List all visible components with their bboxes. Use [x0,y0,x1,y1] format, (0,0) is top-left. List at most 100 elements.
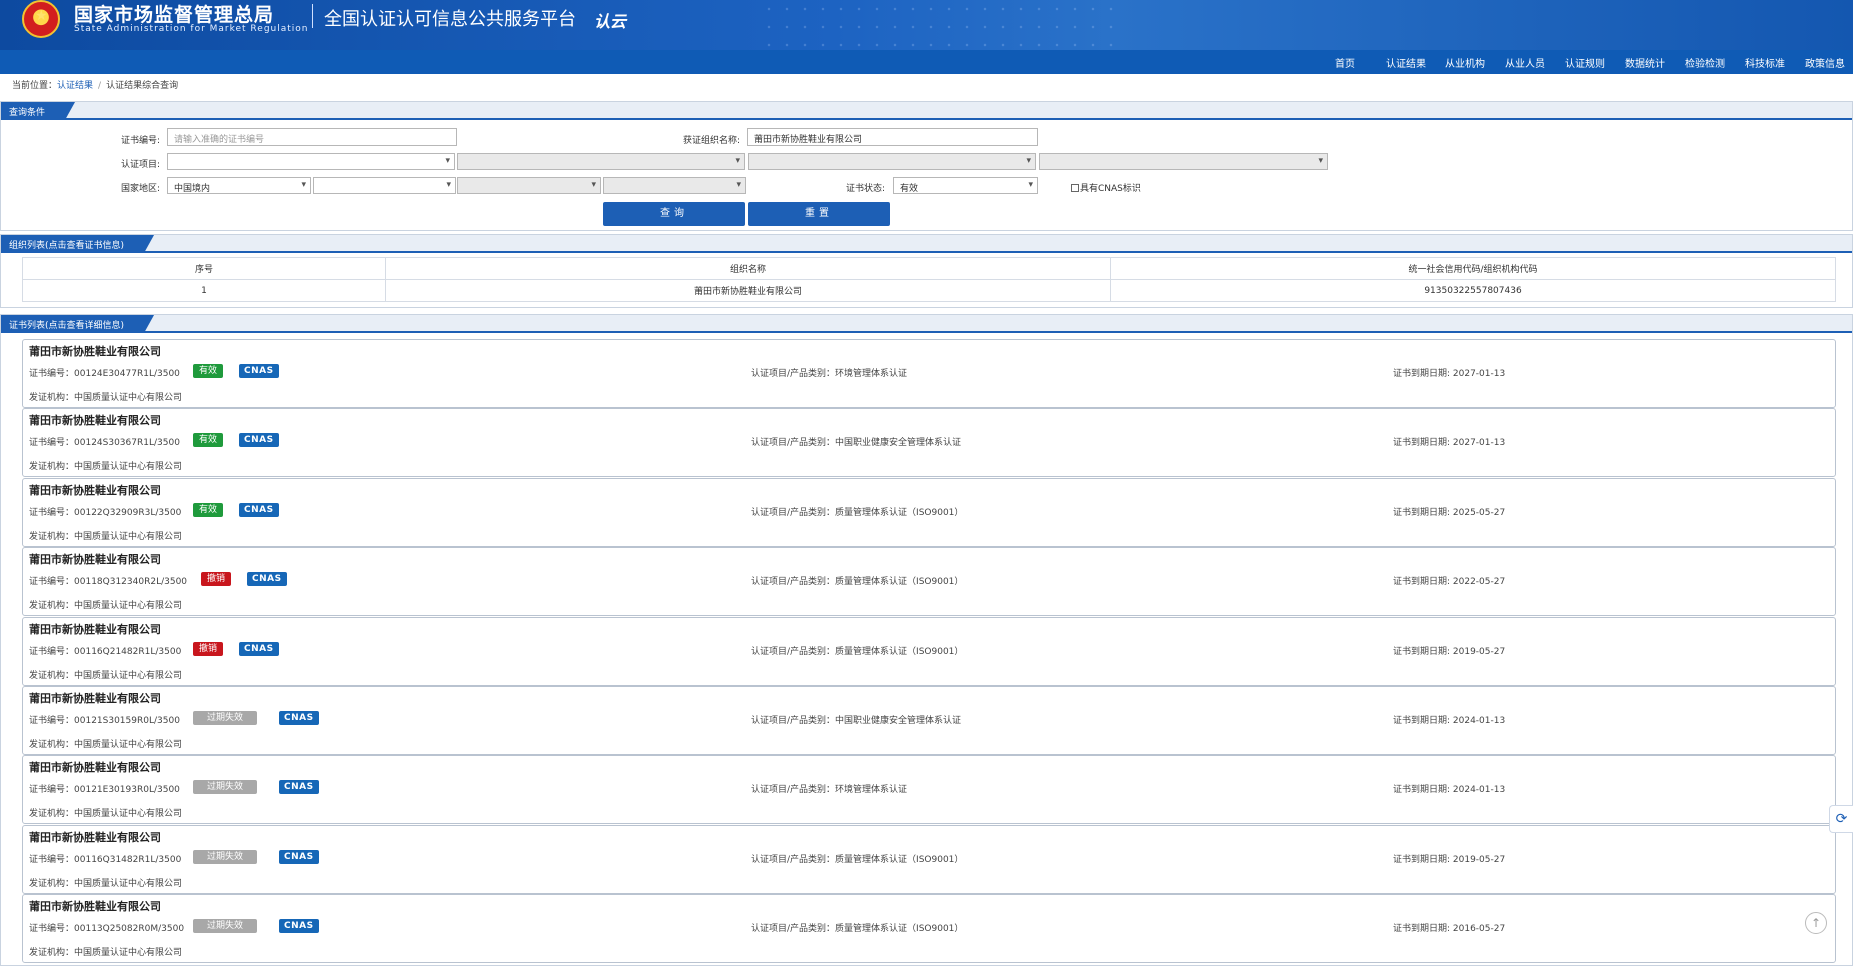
cert-issuer: 发证机构：中国质量认证中心有限公司 [29,876,182,889]
cert-no-input[interactable]: 请输入准确的证书编号 [167,128,457,146]
cert-project-label: 认证项目/产品类别： [751,369,836,379]
org-list-header: 组织列表(点击查看证书信息) [1,235,1852,253]
cert-org-name[interactable]: 莆田市新协胜鞋业有限公司 [29,551,161,567]
table-row[interactable]: 1 莆田市新协胜鞋业有限公司 91350322557807436 [22,279,1836,302]
cert-issuer-label: 发证机构： [29,601,75,612]
region-select-province[interactable] [313,177,456,194]
cert-list-title: 证书列表(点击查看详细信息) [1,315,154,333]
project-select-3[interactable] [748,153,1036,170]
reset-button[interactable]: 重置 [748,202,890,226]
cert-org-name[interactable]: 莆田市新协胜鞋业有限公司 [29,621,161,637]
cert-expiry: 证书到期日期: 2022-05-27 [1393,574,1505,587]
cert-org-name[interactable]: 莆田市新协胜鞋业有限公司 [29,759,161,775]
header-pattern [760,0,1120,50]
status-badge: 过期失效 [193,849,258,864]
cert-project-value: 中国职业健康安全管理体系认证 [835,438,962,449]
status-badge: 有效 [193,433,224,448]
status-badge: 过期失效 [193,919,258,934]
status-select[interactable]: 有效 [893,177,1038,194]
nav-item-statistics[interactable]: 数据统计 [1625,55,1665,70]
nav-item-personnel[interactable]: 从业人员 [1505,55,1545,70]
cert-org-name[interactable]: 莆田市新协胜鞋业有限公司 [29,690,161,706]
cert-project-value: 环境管理体系认证 [835,369,908,379]
cnas-badge: CNAS [247,572,287,587]
cert-issuer-value: 中国质量认证中心有限公司 [74,393,183,403]
cert-card[interactable]: 莆田市新协胜鞋业有限公司 证书编号：00121S30159R0L/3500 过期失效… [22,686,1836,755]
cert-no-value: 00121S30159R0L/3500 [74,716,180,726]
cert-card[interactable]: 莆田市新协胜鞋业有限公司 证书编号：00121E30193R0L/3500 过期失效… [22,755,1836,825]
region-select-district[interactable] [603,177,746,194]
status-badge: 过期失效 [193,780,258,795]
nav-item-inspection[interactable]: 检验检测 [1685,55,1725,70]
cnas-checkbox[interactable]: 具有CNAS标识 [1071,181,1141,194]
cert-project-label: 认证项目/产品类别： [751,577,836,588]
cert-no-label: 证书编号： [29,438,75,449]
cnas-badge: CNAS [239,641,279,656]
cert-card[interactable]: 莆田市新协胜鞋业有限公司 证书编号：00122Q32909R3L/3500 有效 CN… [22,477,1836,547]
cert-project-value: 质量管理体系认证（ISO9001） [835,646,964,657]
cert-issuer-value: 中国质量认证中心有限公司 [74,809,183,820]
nav-item-standards[interactable]: 科技标准 [1745,55,1785,70]
cert-issuer-label: 发证机构： [29,531,75,542]
cert-project-value: 中国职业健康安全管理体系认证 [835,716,962,726]
cert-org-name[interactable]: 莆田市新协胜鞋业有限公司 [29,482,161,498]
cert-project-value: 质量管理体系认证（ISO9001） [835,507,964,518]
cert-expiry-label: 证书到期日期: [1393,646,1453,657]
cert-org-name[interactable]: 莆田市新协胜鞋业有限公司 [29,829,161,845]
cert-issuer-value: 中国质量认证中心有限公司 [74,462,183,473]
cert-no-label: 证书编号： [29,369,75,379]
cert-no-label: 证书编号: [120,136,160,146]
nav-item-home[interactable]: 首页 [1335,55,1355,70]
cert-issuer-label: 发证机构： [29,462,75,473]
org-name-input[interactable]: 莆田市新协胜鞋业有限公司 [747,128,1038,146]
cert-no-label: 证书编号： [29,646,75,657]
site-header: 国家市场监督管理总局 State Administration for Mark… [0,0,1853,50]
cert-org-name[interactable]: 莆田市新协胜鞋业有限公司 [29,412,161,428]
cert-project-label: 认证项目/产品类别： [751,924,836,935]
float-service-icon[interactable]: ⟳ [1829,805,1853,833]
cert-card[interactable]: 莆田市新协胜鞋业有限公司证书编号：00116Q21482R1L/3500 撤销 CN… [22,616,1836,686]
cert-card[interactable]: 莆田市新协胜鞋业有限公司 证书编号：00113Q25082R0M/3500 过期失效… [22,894,1836,964]
region-select-city[interactable] [457,177,601,194]
nav-item-rules[interactable]: 认证规则 [1565,55,1605,70]
cert-card[interactable]: 莆田市新协胜鞋业有限公司 证书编号：00118Q312340R2L/3500 撤销 C… [22,547,1836,617]
cert-issuer-value: 中国质量认证中心有限公司 [74,531,183,542]
cert-no-label: 证书编号： [29,924,75,935]
breadcrumb-link[interactable]: 认证结果 [57,81,93,91]
checkbox-box[interactable] [1071,184,1079,192]
cert-card[interactable]: 莆田市新协胜鞋业有限公司 证书编号：00116Q31482R1L/3500 过期失效… [22,824,1836,894]
renyun-logo: 认云 [594,12,627,31]
nav-item-cert-results[interactable]: 认证结果 [1386,55,1426,70]
cert-expiry: 证书到期日期: 2027-01-13 [1393,435,1505,448]
cert-issuer-value: 中国质量认证中心有限公司 [74,948,183,959]
cert-card[interactable]: 莆田市新协胜鞋业有限公司 证书编号：00124E30477R1L/3500 有效 CN… [22,339,1836,408]
cert-project: 认证项目/产品类别：环境管理体系认证 [751,782,907,795]
org-name-label: 获证组织名称: [682,136,740,146]
cert-no-label: 证书编号： [29,785,75,796]
status-badge: 撤销 [193,641,224,656]
query-button[interactable]: 查询 [603,202,745,226]
cert-list-header: 证书列表(点击查看详细信息) [1,315,1852,333]
project-select-4[interactable] [1039,153,1328,170]
cert-project-value: 环境管理体系认证 [835,785,908,796]
cert-org-name[interactable]: 莆田市新协胜鞋业有限公司 [29,343,161,359]
cert-issuer-label: 发证机构： [29,393,75,403]
cert-expiry-label: 证书到期日期: [1393,369,1453,379]
cert-project: 认证项目/产品类别：质量管理体系认证（ISO9001） [751,574,963,587]
project-select-1[interactable] [167,153,455,170]
region-select-country[interactable]: 中国境内 [167,177,311,194]
back-to-top-icon[interactable]: ↑ [1805,912,1827,934]
cert-org-name[interactable]: 莆田市新协胜鞋业有限公司 [29,898,161,914]
cert-expiry-value: 2027-01-13 [1452,438,1506,449]
cert-card[interactable]: 莆田市新协胜鞋业有限公司 证书编号：00124S30367R1L/3500 有效 CN… [22,408,1836,478]
nav-item-institutions[interactable]: 从业机构 [1445,55,1485,70]
cnas-badge: CNAS [279,919,319,934]
cert-no-value: 00122Q32909R3L/3500 [74,507,182,518]
cell-org-name[interactable]: 莆田市新协胜鞋业有限公司 [385,279,1111,302]
platform-title: 全国认证认可信息公共服务平台 [324,9,576,30]
nav-item-policy[interactable]: 政策信息 [1805,55,1845,70]
cert-number: 证书编号：00116Q21482R1L/3500 [29,644,181,657]
cert-expiry: 证书到期日期: 2019-05-27 [1393,852,1505,865]
project-select-2[interactable] [457,153,745,170]
cert-project: 认证项目/产品类别：环境管理体系认证 [751,366,907,379]
